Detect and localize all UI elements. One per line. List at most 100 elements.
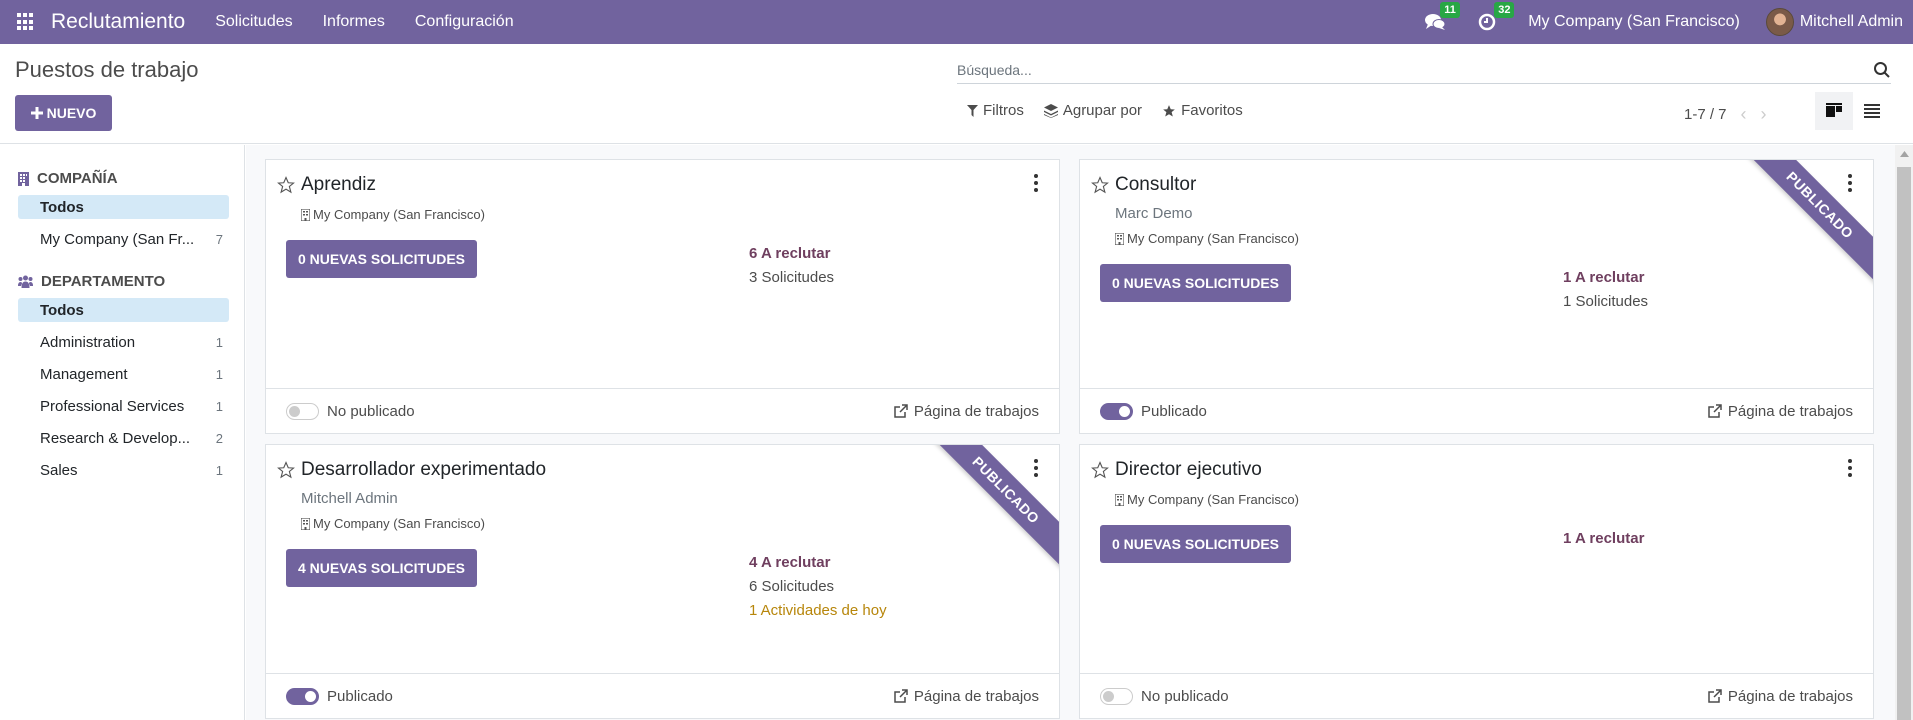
toggle-switch[interactable] xyxy=(286,687,319,705)
user-menu[interactable]: Mitchell Admin xyxy=(1765,8,1903,36)
filter-label: Todos xyxy=(40,198,84,216)
card-stats: 4 A reclutar 6 Solicitudes 1 Actividades… xyxy=(749,551,887,623)
kanban-view-button[interactable] xyxy=(1815,92,1853,130)
job-page-link[interactable]: Página de trabajos xyxy=(1708,403,1853,420)
filter-icon xyxy=(967,104,978,117)
star-icon[interactable] xyxy=(1091,461,1109,479)
scrollbar-thumb[interactable] xyxy=(1897,167,1911,720)
menu-configuracion[interactable]: Configuración xyxy=(415,13,514,31)
view-switcher xyxy=(1815,92,1891,130)
new-applications-button[interactable]: 4 NUEVAS SOLICITUDES xyxy=(286,549,477,587)
job-page-label: Página de trabajos xyxy=(1727,402,1853,420)
job-card-aprendiz[interactable]: Aprendiz My Company (San Francisco) 0 NU… xyxy=(265,159,1060,434)
apps-menu-icon[interactable] xyxy=(17,13,35,31)
toggle-switch[interactable] xyxy=(1100,402,1133,420)
menu-informes[interactable]: Informes xyxy=(323,13,385,31)
favorites-button[interactable]: Favoritos xyxy=(1162,102,1243,119)
card-menu-icon[interactable] xyxy=(1033,459,1039,477)
card-company: My Company (San Francisco) xyxy=(1115,231,1299,246)
pager-next-button[interactable]: › xyxy=(1761,104,1767,125)
search-icon[interactable] xyxy=(1873,61,1891,79)
toggle-switch[interactable] xyxy=(286,402,319,420)
card-stats: 1 A reclutar 1 Solicitudes xyxy=(1563,266,1648,314)
search-input[interactable] xyxy=(957,61,1873,78)
external-link-icon xyxy=(1708,404,1722,418)
top-navbar: Reclutamiento Solicitudes Informes Confi… xyxy=(0,0,1913,44)
to-recruit-link[interactable]: 1 A reclutar xyxy=(1563,527,1644,551)
applications-link[interactable]: 3 Solicitudes xyxy=(749,266,834,290)
layers-icon xyxy=(1043,103,1058,118)
card-menu-icon[interactable] xyxy=(1847,174,1853,192)
star-icon[interactable] xyxy=(1091,176,1109,194)
new-button[interactable]: NUEVO xyxy=(15,95,112,131)
groupby-button[interactable]: Agrupar por xyxy=(1043,102,1143,119)
new-applications-button[interactable]: 0 NUEVAS SOLICITUDES xyxy=(286,240,477,278)
applications-link[interactable]: 1 Solicitudes xyxy=(1563,290,1648,314)
filter-label: My Company (San Fr... xyxy=(40,230,195,248)
app-name[interactable]: Reclutamiento xyxy=(51,10,185,34)
applications-link[interactable]: 6 Solicitudes xyxy=(749,575,887,599)
job-page-link[interactable]: Página de trabajos xyxy=(894,403,1039,420)
star-icon[interactable] xyxy=(277,461,295,479)
list-view-button[interactable] xyxy=(1853,92,1891,130)
department-filter-professional-services[interactable]: Professional Services 1 xyxy=(18,394,229,418)
filter-count: 7 xyxy=(215,231,223,247)
vertical-scrollbar[interactable] xyxy=(1895,145,1913,720)
publish-toggle[interactable]: Publicado xyxy=(286,687,393,705)
to-recruit-link[interactable]: 1 A reclutar xyxy=(1563,266,1648,290)
card-menu-icon[interactable] xyxy=(1033,174,1039,192)
card-stats: 6 A reclutar 3 Solicitudes xyxy=(749,242,834,290)
publish-toggle[interactable]: No publicado xyxy=(286,402,415,420)
to-recruit-link[interactable]: 4 A reclutar xyxy=(749,551,887,575)
favorites-label: Favoritos xyxy=(1181,102,1243,119)
job-title[interactable]: Consultor xyxy=(1115,174,1196,196)
filter-count: 2 xyxy=(215,430,223,446)
groupby-label: Agrupar por xyxy=(1062,102,1143,119)
publish-toggle[interactable]: Publicado xyxy=(1100,402,1207,420)
department-filter-administration[interactable]: Administration 1 xyxy=(18,330,229,354)
menu-solicitudes[interactable]: Solicitudes xyxy=(215,13,292,31)
new-button-label: NUEVO xyxy=(46,105,97,121)
publish-toggle[interactable]: No publicado xyxy=(1100,687,1229,705)
messages-button[interactable]: 11 xyxy=(1424,2,1460,31)
card-header: Director ejecutivo xyxy=(1091,459,1262,481)
job-title[interactable]: Desarrollador experimentado xyxy=(301,459,546,481)
department-filter-sales[interactable]: Sales 1 xyxy=(18,458,229,482)
department-filter-todos[interactable]: Todos xyxy=(18,298,229,322)
department-filter-research-development[interactable]: Research & Develop... 2 xyxy=(18,426,229,450)
scroll-up-arrow-icon[interactable] xyxy=(1895,145,1913,162)
activities-today-link[interactable]: 1 Actividades de hoy xyxy=(749,599,887,623)
department-filter-management[interactable]: Management 1 xyxy=(18,362,229,386)
new-applications-button[interactable]: 0 NUEVAS SOLICITUDES xyxy=(1100,525,1291,563)
kanban-icon xyxy=(1826,103,1842,117)
card-footer: No publicado Página de trabajos xyxy=(266,388,1059,433)
company-switcher[interactable]: My Company (San Francisco) xyxy=(1528,13,1740,31)
new-applications-button[interactable]: 0 NUEVAS SOLICITUDES xyxy=(1100,264,1291,302)
department-filter-list: Todos Administration 1 Management 1 Prof… xyxy=(18,298,229,482)
pager-previous-button[interactable]: ‹ xyxy=(1741,104,1747,125)
filter-count: 1 xyxy=(215,334,223,350)
job-page-link[interactable]: Página de trabajos xyxy=(894,688,1039,705)
toggle-switch[interactable] xyxy=(1100,687,1133,705)
pager-value[interactable]: 1-7 / 7 xyxy=(1684,106,1727,123)
company-filter-my-company[interactable]: My Company (San Fr... 7 xyxy=(18,227,229,251)
job-card-director-ejecutivo[interactable]: Director ejecutivo My Company (San Franc… xyxy=(1079,444,1874,719)
building-icon xyxy=(301,208,310,221)
job-card-desarrollador-experimentado[interactable]: PUBLICADO Desarrollador experimentado Mi… xyxy=(265,444,1060,719)
filter-label: Professional Services xyxy=(40,397,185,415)
star-icon[interactable] xyxy=(277,176,295,194)
card-footer: No publicado Página de trabajos xyxy=(1080,673,1873,718)
search-panel: COMPAÑÍA Todos My Company (San Fr... 7 D… xyxy=(0,145,245,720)
job-card-consultor[interactable]: PUBLICADO Consultor Marc Demo My Company… xyxy=(1079,159,1874,434)
search-bar xyxy=(957,56,1891,84)
kanban-view: Aprendiz My Company (San Francisco) 0 NU… xyxy=(246,145,1895,720)
job-page-link[interactable]: Página de trabajos xyxy=(1708,688,1853,705)
job-title[interactable]: Aprendiz xyxy=(301,174,376,196)
to-recruit-link[interactable]: 6 A reclutar xyxy=(749,242,834,266)
activities-button[interactable]: 32 xyxy=(1478,2,1515,31)
control-panel: Puestos de trabajo NUEVO Filtros Agrupar… xyxy=(0,44,1913,144)
company-filter-todos[interactable]: Todos xyxy=(18,195,229,219)
card-menu-icon[interactable] xyxy=(1847,459,1853,477)
job-title[interactable]: Director ejecutivo xyxy=(1115,459,1262,481)
filters-button[interactable]: Filtros xyxy=(967,102,1024,119)
